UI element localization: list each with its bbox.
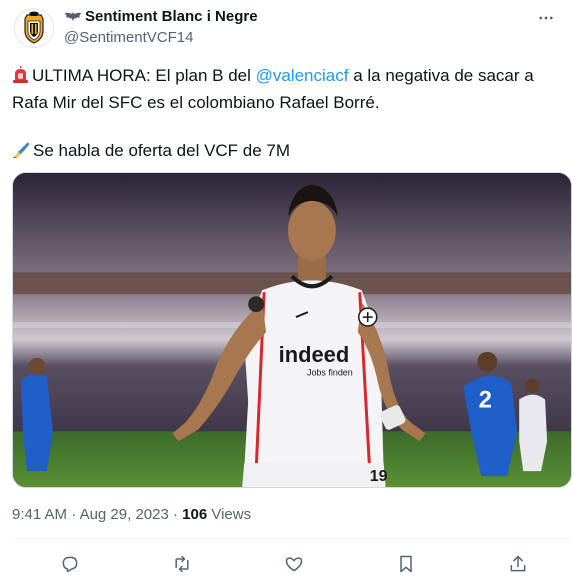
mention-link[interactable]: @valenciacf [256,66,349,85]
reply-button[interactable] [58,552,82,576]
tweet-date[interactable]: Aug 29, 2023 [80,506,169,523]
opponent-number: 2 [479,387,492,414]
divider [12,538,572,539]
reply-icon [62,556,78,573]
tweet-text: ULTIMA HORA: El plan B del @valenciacf a… [12,64,568,166]
writing-hand-emoji-icon [12,141,30,166]
views-label: Views [207,506,252,523]
sponsor-text: indeed [279,342,350,367]
meta-separator-2: · [168,506,183,523]
tweet-image[interactable]: 2 indeed Jobs finden 19 [12,172,572,488]
share-button[interactable] [506,552,530,576]
like-button[interactable] [282,552,306,576]
views-count: 106 [182,506,208,523]
tweet-line-2: Se habla de oferta del VCF de 7M [12,139,568,166]
author-display-name[interactable]: Sentiment Blanc i Negre [64,7,258,27]
retweet-button[interactable] [170,552,194,576]
tweet-meta: 9:41 AM · Aug 29, 2023 · 106 Views [12,505,251,525]
share-icon [510,555,526,572]
football-player-photo: 2 indeed Jobs finden 19 [13,173,571,487]
avatar[interactable] [14,8,54,48]
tweet-time[interactable]: 9:41 AM [12,506,67,523]
sponsor-subtext: Jobs finden [307,368,353,378]
siren-emoji-icon [12,66,29,91]
heart-icon [285,557,303,572]
meta-separator: · [67,506,80,523]
bookmark-icon [400,555,412,573]
tweet-line-2-text: Se habla de oferta del VCF de 7M [33,141,291,160]
tweet-actions [0,552,572,576]
display-name-text: Sentiment Blanc i Negre [85,8,258,25]
player-number: 19 [370,468,388,485]
tweet-author[interactable]: Sentiment Blanc i Negre @SentimentVCF14 [64,7,258,48]
bat-icon [64,12,82,21]
more-options-button[interactable] [534,6,558,30]
retweet-icon [175,555,189,573]
bookmark-button[interactable] [394,552,418,576]
author-handle[interactable]: @SentimentVCF14 [64,28,258,48]
valencia-cf-crest-icon [24,11,44,44]
tweet-line-1: ULTIMA HORA: El plan B del @valenciacf a… [12,64,568,115]
tweet-line-1-text-a: ULTIMA HORA: El plan B del [32,66,256,85]
more-horizontal-icon [539,16,553,20]
